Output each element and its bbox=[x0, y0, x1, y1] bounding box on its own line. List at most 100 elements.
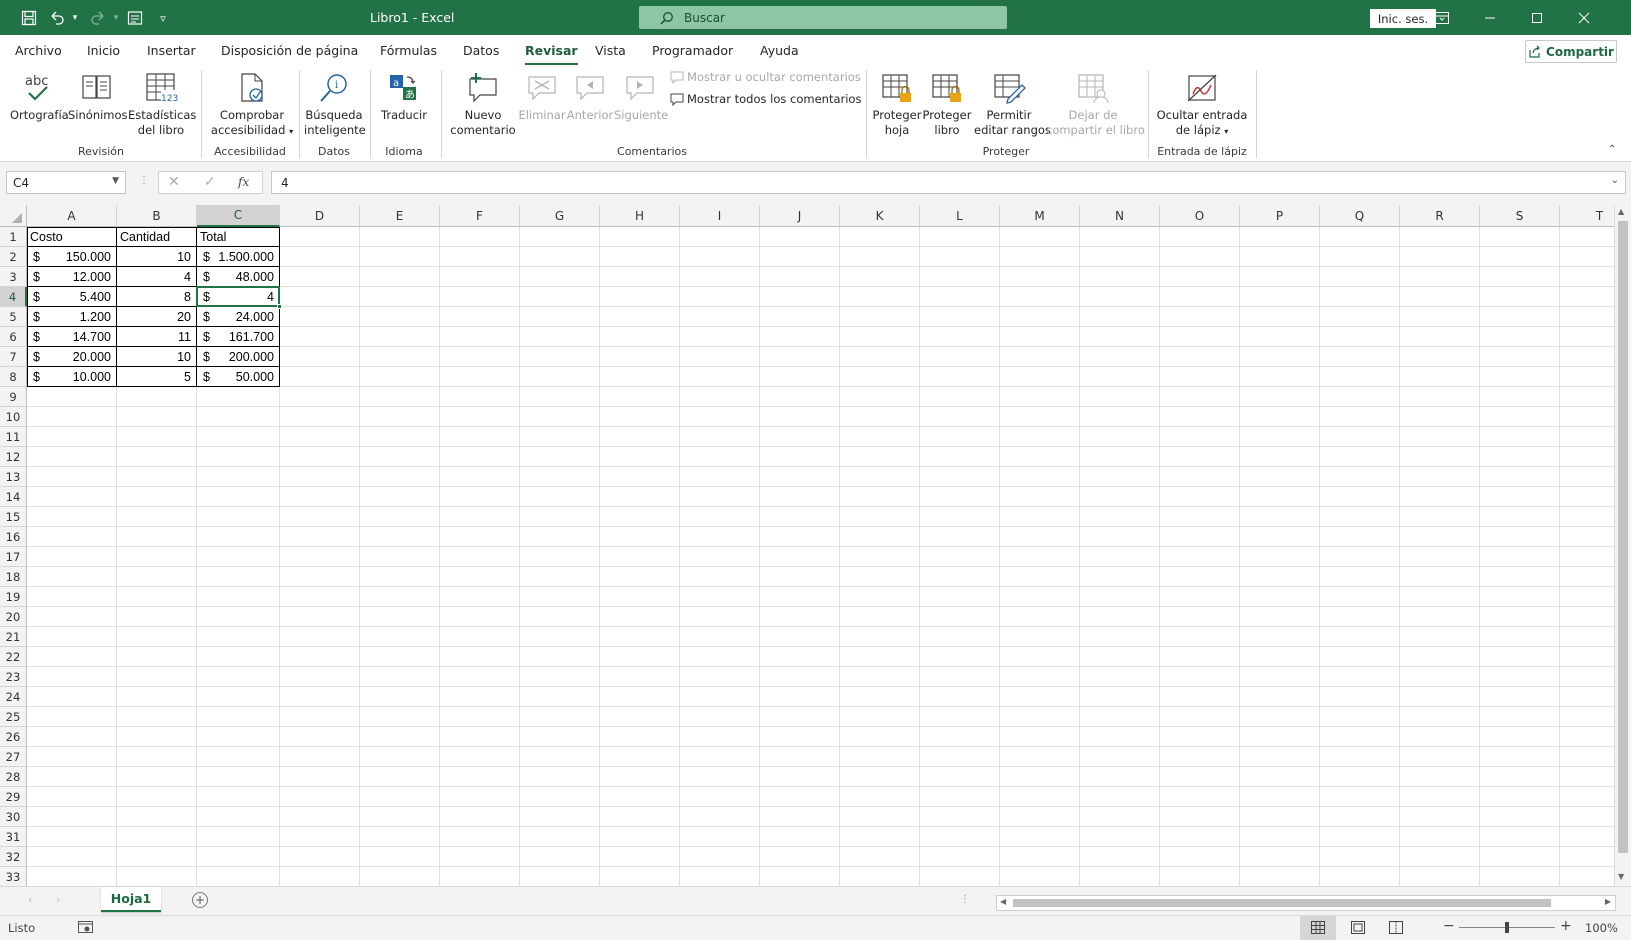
row-header-1[interactable]: 1 bbox=[0, 227, 27, 247]
row-header-20[interactable]: 20 bbox=[0, 607, 27, 627]
formula-input[interactable]: 4 ⌄ bbox=[271, 171, 1626, 194]
fill-handle[interactable] bbox=[277, 304, 282, 309]
row-header-6[interactable]: 6 bbox=[0, 327, 27, 347]
column-header-a[interactable]: A bbox=[27, 205, 117, 227]
row-header-5[interactable]: 5 bbox=[0, 307, 27, 327]
horizontal-scroll-thumb[interactable] bbox=[1013, 899, 1551, 907]
column-header-k[interactable]: K bbox=[840, 205, 920, 227]
row-header-2[interactable]: 2 bbox=[0, 247, 27, 267]
worksheet-grid[interactable]: ABCDEFGHIJKLMNOPQRST 1 2 3 4 5 6 7 8 9 10 11 12 13 14… bbox=[0, 205, 1631, 886]
row-header-21[interactable]: 21 bbox=[0, 627, 27, 647]
row-header-15[interactable]: 15 bbox=[0, 507, 27, 527]
column-header-i[interactable]: I bbox=[680, 205, 760, 227]
tab-archivo[interactable]: Archivo bbox=[15, 43, 62, 58]
cell-b6[interactable]: 11 bbox=[117, 327, 197, 347]
row-header-29[interactable]: 29 bbox=[0, 787, 27, 807]
collapse-ribbon-icon[interactable]: ⌃ bbox=[1608, 144, 1616, 155]
row-header-32[interactable]: 32 bbox=[0, 847, 27, 867]
cell-b1-header[interactable]: Cantidad bbox=[117, 227, 197, 247]
zoom-out-icon[interactable]: − bbox=[1443, 918, 1455, 934]
cell-c1-header[interactable]: Total bbox=[197, 227, 280, 247]
row-header-16[interactable]: 16 bbox=[0, 527, 27, 547]
search-box[interactable]: Buscar bbox=[639, 6, 1007, 29]
scroll-left-icon[interactable]: ◀ bbox=[1000, 897, 1006, 906]
row-header-25[interactable]: 25 bbox=[0, 707, 27, 727]
row-header-18[interactable]: 18 bbox=[0, 567, 27, 587]
cell-a6[interactable]: $14.700 bbox=[27, 327, 117, 347]
tab-revisar[interactable]: Revisar bbox=[525, 43, 578, 65]
row-header-31[interactable]: 31 bbox=[0, 827, 27, 847]
workbook-stats-button[interactable]: 123 Estadísticas del libro bbox=[128, 70, 196, 138]
thesaurus-button[interactable]: Sinónimos bbox=[68, 70, 128, 123]
zoom-level[interactable]: 100% bbox=[1585, 921, 1618, 935]
tab-datos[interactable]: Datos bbox=[463, 43, 499, 58]
cell-b4[interactable]: 8 bbox=[117, 287, 197, 307]
row-header-30[interactable]: 30 bbox=[0, 807, 27, 827]
row-header-12[interactable]: 12 bbox=[0, 447, 27, 467]
sheet-tab-hoja1[interactable]: Hoja1 bbox=[101, 887, 161, 912]
page-layout-view-icon[interactable] bbox=[1351, 921, 1365, 937]
row-header-28[interactable]: 28 bbox=[0, 767, 27, 787]
cell-c8[interactable]: $50.000 bbox=[197, 367, 280, 387]
row-header-9[interactable]: 9 bbox=[0, 387, 27, 407]
horizontal-scrollbar[interactable]: ◀ ▶ bbox=[996, 895, 1616, 911]
scroll-up-icon[interactable]: ▲ bbox=[1618, 207, 1624, 216]
maximize-icon[interactable] bbox=[1527, 8, 1547, 28]
column-header-f[interactable]: F bbox=[440, 205, 520, 227]
scroll-down-icon[interactable]: ▼ bbox=[1618, 872, 1624, 881]
add-sheet-icon[interactable]: + bbox=[192, 892, 208, 908]
row-header-4[interactable]: 4 bbox=[0, 287, 27, 307]
column-header-e[interactable]: E bbox=[360, 205, 440, 227]
close-icon[interactable] bbox=[1574, 8, 1594, 28]
cell-a4[interactable]: $5.400 bbox=[27, 287, 117, 307]
column-header-j[interactable]: J bbox=[760, 205, 840, 227]
row-header-3[interactable]: 3 bbox=[0, 267, 27, 287]
row-header-17[interactable]: 17 bbox=[0, 547, 27, 567]
drag-handle-icon[interactable]: ⋮ bbox=[139, 175, 149, 186]
cell-b7[interactable]: 10 bbox=[117, 347, 197, 367]
row-header-24[interactable]: 24 bbox=[0, 687, 27, 707]
tab-disposicion[interactable]: Disposición de página bbox=[221, 43, 358, 58]
cell-c5[interactable]: $24.000 bbox=[197, 307, 280, 327]
minimize-icon[interactable] bbox=[1480, 8, 1500, 28]
undo-dropdown-icon[interactable]: ▾ bbox=[66, 9, 84, 27]
cell-a2[interactable]: $150.000 bbox=[27, 247, 117, 267]
vertical-scrollbar[interactable]: ▲ ▼ bbox=[1614, 205, 1631, 886]
tab-inicio[interactable]: Inicio bbox=[87, 43, 120, 58]
column-header-q[interactable]: Q bbox=[1320, 205, 1400, 227]
column-header-c[interactable]: C bbox=[197, 205, 280, 227]
row-header-23[interactable]: 23 bbox=[0, 667, 27, 687]
new-comment-button[interactable]: Nuevo comentario bbox=[450, 70, 516, 138]
row-header-26[interactable]: 26 bbox=[0, 727, 27, 747]
cell-a3[interactable]: $12.000 bbox=[27, 267, 117, 287]
cell-b2[interactable]: 10 bbox=[117, 247, 197, 267]
customize-qat-icon[interactable]: ▿ bbox=[154, 9, 172, 27]
column-header-r[interactable]: R bbox=[1400, 205, 1480, 227]
vertical-scroll-thumb[interactable] bbox=[1618, 221, 1628, 853]
cell-a8[interactable]: $10.000 bbox=[27, 367, 117, 387]
scroll-right-icon[interactable]: ▶ bbox=[1605, 897, 1611, 906]
allow-edit-ranges-button[interactable]: Permitir editar rangos bbox=[974, 70, 1051, 138]
macro-record-icon[interactable] bbox=[78, 920, 93, 937]
hide-ink-button[interactable]: Ocultar entrada de lápiz ▾ bbox=[1156, 70, 1248, 139]
column-header-n[interactable]: N bbox=[1080, 205, 1160, 227]
row-header-22[interactable]: 22 bbox=[0, 647, 27, 667]
tab-programador[interactable]: Programador bbox=[652, 43, 733, 58]
row-header-13[interactable]: 13 bbox=[0, 467, 27, 487]
tab-ayuda[interactable]: Ayuda bbox=[760, 43, 799, 58]
smart-lookup-button[interactable]: i Búsqueda inteligente bbox=[304, 70, 366, 138]
ribbon-display-icon[interactable] bbox=[1432, 8, 1452, 28]
cell-b3[interactable]: 4 bbox=[117, 267, 197, 287]
protect-workbook-button[interactable]: Proteger libro bbox=[922, 70, 972, 138]
check-accessibility-button[interactable]: Comprobar accesibilidad ▾ bbox=[208, 70, 296, 139]
form-icon[interactable] bbox=[126, 9, 144, 27]
tab-split-handle-icon[interactable]: ⋮ bbox=[960, 894, 970, 905]
tab-insertar[interactable]: Insertar bbox=[147, 43, 196, 58]
cell-b5[interactable]: 20 bbox=[117, 307, 197, 327]
insert-function-icon[interactable]: fx bbox=[238, 175, 249, 189]
tab-formulas[interactable]: Fórmulas bbox=[380, 43, 437, 58]
column-header-b[interactable]: B bbox=[117, 205, 197, 227]
cell-c4[interactable]: $4 bbox=[197, 287, 280, 307]
spelling-button[interactable]: abc Ortografía bbox=[10, 70, 69, 123]
column-header-l[interactable]: L bbox=[920, 205, 1000, 227]
